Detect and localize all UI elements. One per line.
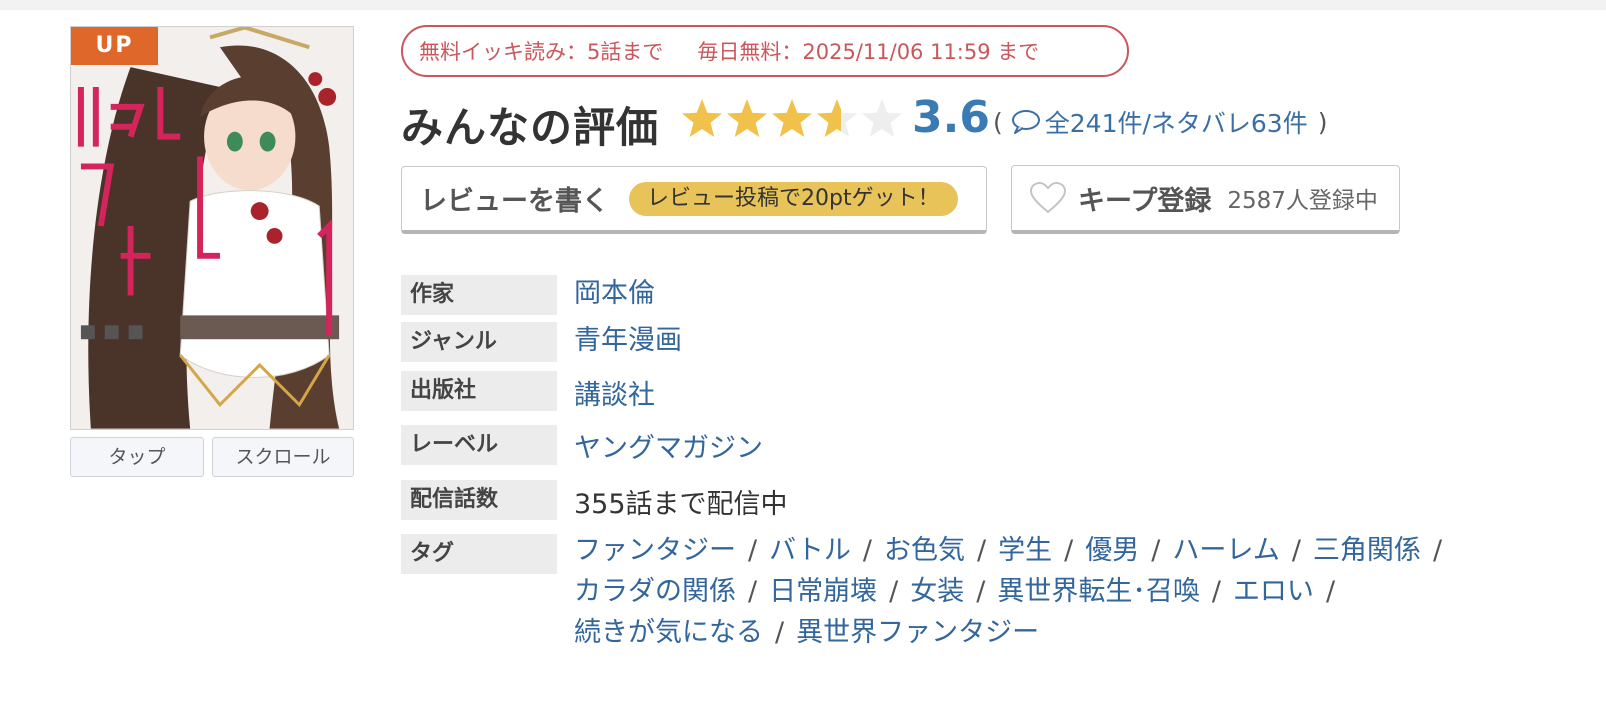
write-review-label: レビューを書く [420, 186, 609, 217]
star-icon [817, 99, 857, 137]
tag-list: ファンタジー / バトル / お色気 / 学生 / 優男 / ハーレム / 三角関係 / カラダの関係 / 日常… [574, 530, 1514, 653]
stars-graphic [682, 99, 902, 137]
star-icon [682, 99, 722, 137]
daily-free-text: 毎日無料：2025/11/06 11:59 まで [697, 40, 1040, 64]
publisher-label: 出版社 [401, 371, 557, 411]
genre-link[interactable]: 青年漫画 [574, 318, 682, 357]
keep-label: キープ登録 [1078, 185, 1212, 217]
free-info-pill: 無料イッキ読み：5話まで 毎日無料：2025/11/06 11:59 まで [401, 25, 1129, 77]
tag-separator: / [1151, 535, 1161, 566]
tag-link[interactable]: バトル [769, 535, 851, 566]
star-rating [680, 97, 906, 141]
tag-link[interactable]: カラダの関係 [574, 576, 736, 607]
cover-art [71, 27, 353, 429]
tag-link[interactable]: 三角関係 [1313, 535, 1421, 566]
review-count-text: 全241件/ネタバレ63件 [1044, 109, 1308, 138]
tap-button[interactable]: タップ [70, 437, 204, 477]
tag-link[interactable]: エロい [1233, 576, 1314, 607]
tag-link[interactable]: ファンタジー [574, 535, 736, 566]
tag-link[interactable]: 異世界転生･召喚 [997, 576, 1200, 607]
author-label: 作家 [401, 275, 557, 315]
rating-title: みんなの評価 [401, 103, 660, 152]
tag-link[interactable]: 日常崩壊 [769, 576, 877, 607]
rating-score: 3.6 [912, 92, 990, 143]
points-badge: レビュー投稿で20ptゲット！ [629, 181, 958, 216]
tag-separator: / [889, 576, 899, 607]
write-review-button[interactable]: レビューを書く レビュー投稿で20ptゲット！ [401, 166, 987, 234]
genre-label: ジャンル [401, 322, 557, 362]
review-count-link[interactable]: ( 全241件/ネタバレ63件 ) [993, 104, 1327, 140]
label-label: レーベル [401, 425, 557, 465]
tags-label: タグ [401, 534, 557, 574]
tag-link[interactable]: 異世界ファンタジー [796, 617, 1039, 648]
label-link[interactable]: ヤングマガジン [574, 426, 763, 465]
tag-link[interactable]: 続きが気になる [574, 617, 763, 648]
keep-button[interactable]: キープ登録 2587人登録中 [1011, 165, 1400, 234]
tag-link[interactable]: お色気 [884, 535, 965, 566]
cover-image[interactable]: UP [70, 26, 354, 430]
tag-link[interactable]: 学生 [998, 535, 1052, 566]
tag-separator: / [775, 617, 785, 648]
tag-separator: / [1064, 535, 1074, 566]
tag-link[interactable]: 優男 [1085, 535, 1139, 566]
speech-bubble-icon [1011, 110, 1040, 134]
star-icon [862, 99, 902, 137]
open-paren: ( [993, 107, 1003, 137]
episodes-label: 配信話数 [401, 480, 557, 520]
close-paren: ) [1317, 107, 1328, 137]
scroll-button[interactable]: スクロール [212, 437, 354, 477]
keep-count: 2587人登録中 [1227, 188, 1378, 214]
tag-separator: / [976, 576, 986, 607]
tag-separator: / [1211, 576, 1221, 607]
ikki-free-text: 無料イッキ読み：5話まで [419, 40, 664, 64]
tag-separator: / [748, 576, 758, 607]
publisher-link[interactable]: 講談社 [574, 373, 655, 412]
star-icon [772, 99, 812, 137]
tag-separator: / [748, 535, 758, 566]
tag-link[interactable]: ハーレム [1172, 535, 1279, 566]
author-link[interactable]: 岡本倫 [574, 271, 655, 310]
tag-separator: / [977, 535, 987, 566]
tag-separator: / [1325, 576, 1336, 607]
episodes-value: 355話まで配信中 [574, 489, 788, 520]
tag-separator: / [1291, 535, 1301, 566]
tag-separator: / [862, 535, 873, 566]
star-icon [727, 99, 767, 137]
heart-icon [1030, 182, 1066, 214]
top-bar [0, 0, 1606, 10]
up-badge: UP [71, 27, 158, 65]
tag-link[interactable]: 女装 [910, 576, 964, 607]
tag-separator: / [1432, 535, 1443, 566]
